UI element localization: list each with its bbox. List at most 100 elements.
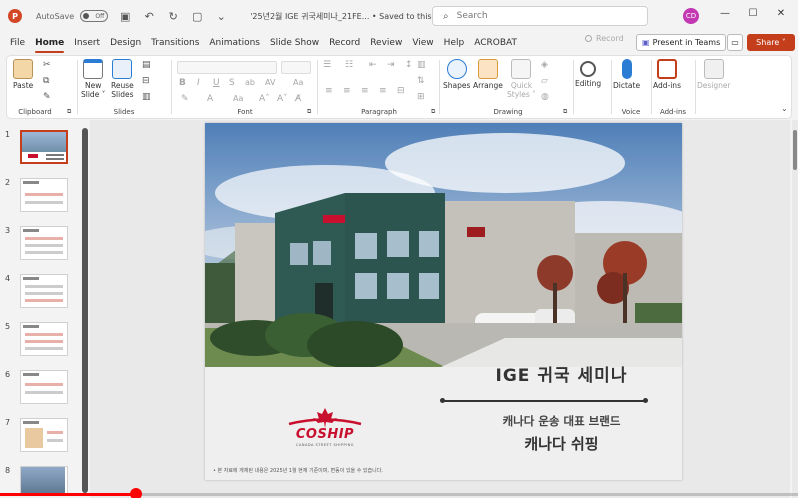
paragraph-launcher-icon[interactable]: ⧉ <box>431 108 435 116</box>
close-icon[interactable]: ✕ <box>774 8 788 19</box>
tab-animations[interactable]: Animations <box>209 38 260 48</box>
user-avatar[interactable]: CD <box>683 8 699 24</box>
section-icon[interactable]: ▥ <box>142 92 151 102</box>
customize-toolbar-icon[interactable]: ⌄ <box>214 10 228 23</box>
share-button[interactable]: Share ˅ <box>747 34 795 51</box>
slide-thumbnail-6[interactable] <box>20 370 68 404</box>
quick-styles-button[interactable]: Quick Styles ˅ <box>507 59 536 99</box>
underline-icon[interactable]: U <box>213 78 220 88</box>
new-slide-button[interactable]: New Slide ˅ <box>81 59 105 99</box>
canvas-scrollbar-thumb[interactable] <box>793 130 797 170</box>
minimize-icon[interactable]: — <box>718 8 732 19</box>
drawing-launcher-icon[interactable]: ⧉ <box>563 108 567 116</box>
shadow-icon[interactable]: ab <box>245 78 255 87</box>
redo-icon[interactable]: ↻ <box>166 10 180 23</box>
tab-view[interactable]: View <box>412 38 433 48</box>
columns-icon[interactable]: ▥ <box>417 60 426 70</box>
current-slide[interactable]: IGE 귀국 세미나 캐나다 운송 대표 브랜드 캐나다 쉬핑 COSHIP C… <box>205 123 682 480</box>
align-text-icon[interactable]: ⊟ <box>397 86 405 96</box>
shapes-button[interactable]: Shapes <box>443 59 470 90</box>
character-spacing-icon[interactable]: AV <box>265 78 275 87</box>
tab-design[interactable]: Design <box>110 38 141 48</box>
slide-thumbnail-5[interactable] <box>20 322 68 356</box>
maximize-icon[interactable]: ☐ <box>746 8 760 19</box>
slide-thumbnail-3[interactable] <box>20 226 68 260</box>
increase-indent-icon[interactable]: ⇥ <box>387 60 395 70</box>
slide-thumbnail-2[interactable] <box>20 178 68 212</box>
tab-slide-show[interactable]: Slide Show <box>270 38 319 48</box>
slide-subtitle[interactable]: 캐나다 운송 대표 브랜드 <box>441 413 682 429</box>
tab-help[interactable]: Help <box>444 38 465 48</box>
align-left-icon[interactable]: ≡ <box>325 86 333 96</box>
slide-thumbnail-4[interactable] <box>20 274 68 308</box>
change-case-icon[interactable]: Aa <box>293 78 303 87</box>
align-right-icon[interactable]: ≡ <box>361 86 369 96</box>
font-launcher-icon[interactable]: ⧉ <box>307 108 311 116</box>
slide-title[interactable]: IGE 귀국 세미나 <box>441 361 682 386</box>
shape-fill-icon[interactable]: ◈ <box>541 60 548 70</box>
collapse-ribbon-icon[interactable]: ⌄ <box>781 104 788 113</box>
canvas-scrollbar[interactable] <box>792 120 798 498</box>
designer-button[interactable]: Designer <box>697 59 731 90</box>
font-case-icon[interactable]: Aa <box>233 94 243 103</box>
tab-transitions[interactable]: Transitions <box>151 38 199 48</box>
cut-icon[interactable]: ✂ <box>43 60 51 70</box>
justify-icon[interactable]: ≡ <box>379 86 387 96</box>
shape-effects-icon[interactable]: ◍ <box>541 92 549 102</box>
present-in-teams-button[interactable]: ▣ Present in Teams <box>636 34 727 51</box>
strikethrough-icon[interactable]: S <box>229 78 235 88</box>
slide-number: 3 <box>5 226 11 235</box>
highlight-icon[interactable]: ✎ <box>181 94 189 104</box>
clear-formatting-icon[interactable]: A̸ <box>295 94 301 104</box>
record-button[interactable]: Record <box>585 34 624 43</box>
line-spacing-icon[interactable]: ↕ <box>405 60 413 70</box>
tab-home[interactable]: Home <box>35 38 65 53</box>
clipboard-launcher-icon[interactable]: ⧉ <box>67 108 71 116</box>
thumbnail-text <box>25 237 63 240</box>
editing-button[interactable]: Editing <box>575 59 601 88</box>
undo-icon[interactable]: ↶ <box>142 10 156 23</box>
dictate-button[interactable]: Dictate <box>613 59 640 90</box>
search-box[interactable]: ⌕ Search <box>432 6 648 26</box>
tab-review[interactable]: Review <box>370 38 402 48</box>
shrink-font-icon[interactable]: Aˇ <box>277 94 288 104</box>
reset-icon[interactable]: ⊟ <box>142 76 150 86</box>
tab-record[interactable]: Record <box>329 38 360 48</box>
video-progress-knob[interactable] <box>130 488 142 498</box>
numbering-icon[interactable]: ☷ <box>345 60 353 70</box>
slide-thumbnail-1[interactable] <box>20 130 68 164</box>
slide-thumbnail-8[interactable] <box>20 466 68 496</box>
autosave-toggle[interactable]: Off <box>80 10 109 22</box>
document-title[interactable]: '25년2월 IGE 귀국세미나_21FE... • Saved to this… <box>250 11 451 22</box>
font-color-icon[interactable]: A <box>207 94 213 104</box>
new-file-icon[interactable]: ▢ <box>190 10 204 23</box>
slide-footnote: • 본 자료에 게재된 내용은 2025년 1월 현재 기준이며, 변동이 있을… <box>213 468 383 474</box>
format-painter-icon[interactable]: ✎ <box>43 92 51 102</box>
tab-insert[interactable]: Insert <box>74 38 100 48</box>
align-center-icon[interactable]: ≡ <box>343 86 351 96</box>
paste-button[interactable]: Paste <box>13 59 33 90</box>
font-name-select[interactable] <box>177 61 277 74</box>
add-ins-button[interactable]: Add-ins <box>653 59 681 90</box>
convert-smartart-icon[interactable]: ⊞ <box>417 92 425 102</box>
bold-icon[interactable]: B <box>179 78 186 88</box>
tab-acrobat[interactable]: ACROBAT <box>474 38 517 48</box>
comments-icon[interactable]: ▭ <box>727 34 743 51</box>
thumbnails-scrollbar[interactable] <box>82 128 88 493</box>
grow-font-icon[interactable]: Aˆ <box>259 94 270 104</box>
tab-file[interactable]: File <box>10 38 25 48</box>
save-icon[interactable]: ▣ <box>118 10 132 23</box>
ribbon-separator <box>171 60 172 114</box>
italic-icon[interactable]: I <box>197 78 200 88</box>
bullets-icon[interactable]: ☰ <box>323 60 331 70</box>
copy-icon[interactable]: ⧉ <box>43 76 49 86</box>
decrease-indent-icon[interactable]: ⇤ <box>369 60 377 70</box>
font-size-select[interactable] <box>281 61 311 74</box>
slide-thumbnail-7[interactable] <box>20 418 68 452</box>
layout-icon[interactable]: ▤ <box>142 60 151 70</box>
reuse-slides-button[interactable]: Reuse Slides <box>111 59 134 99</box>
arrange-button[interactable]: Arrange <box>473 59 503 90</box>
shape-outline-icon[interactable]: ▱ <box>541 76 548 86</box>
text-direction-icon[interactable]: ⇅ <box>417 76 425 86</box>
slide-company-name[interactable]: 캐나다 쉬핑 <box>441 433 682 454</box>
